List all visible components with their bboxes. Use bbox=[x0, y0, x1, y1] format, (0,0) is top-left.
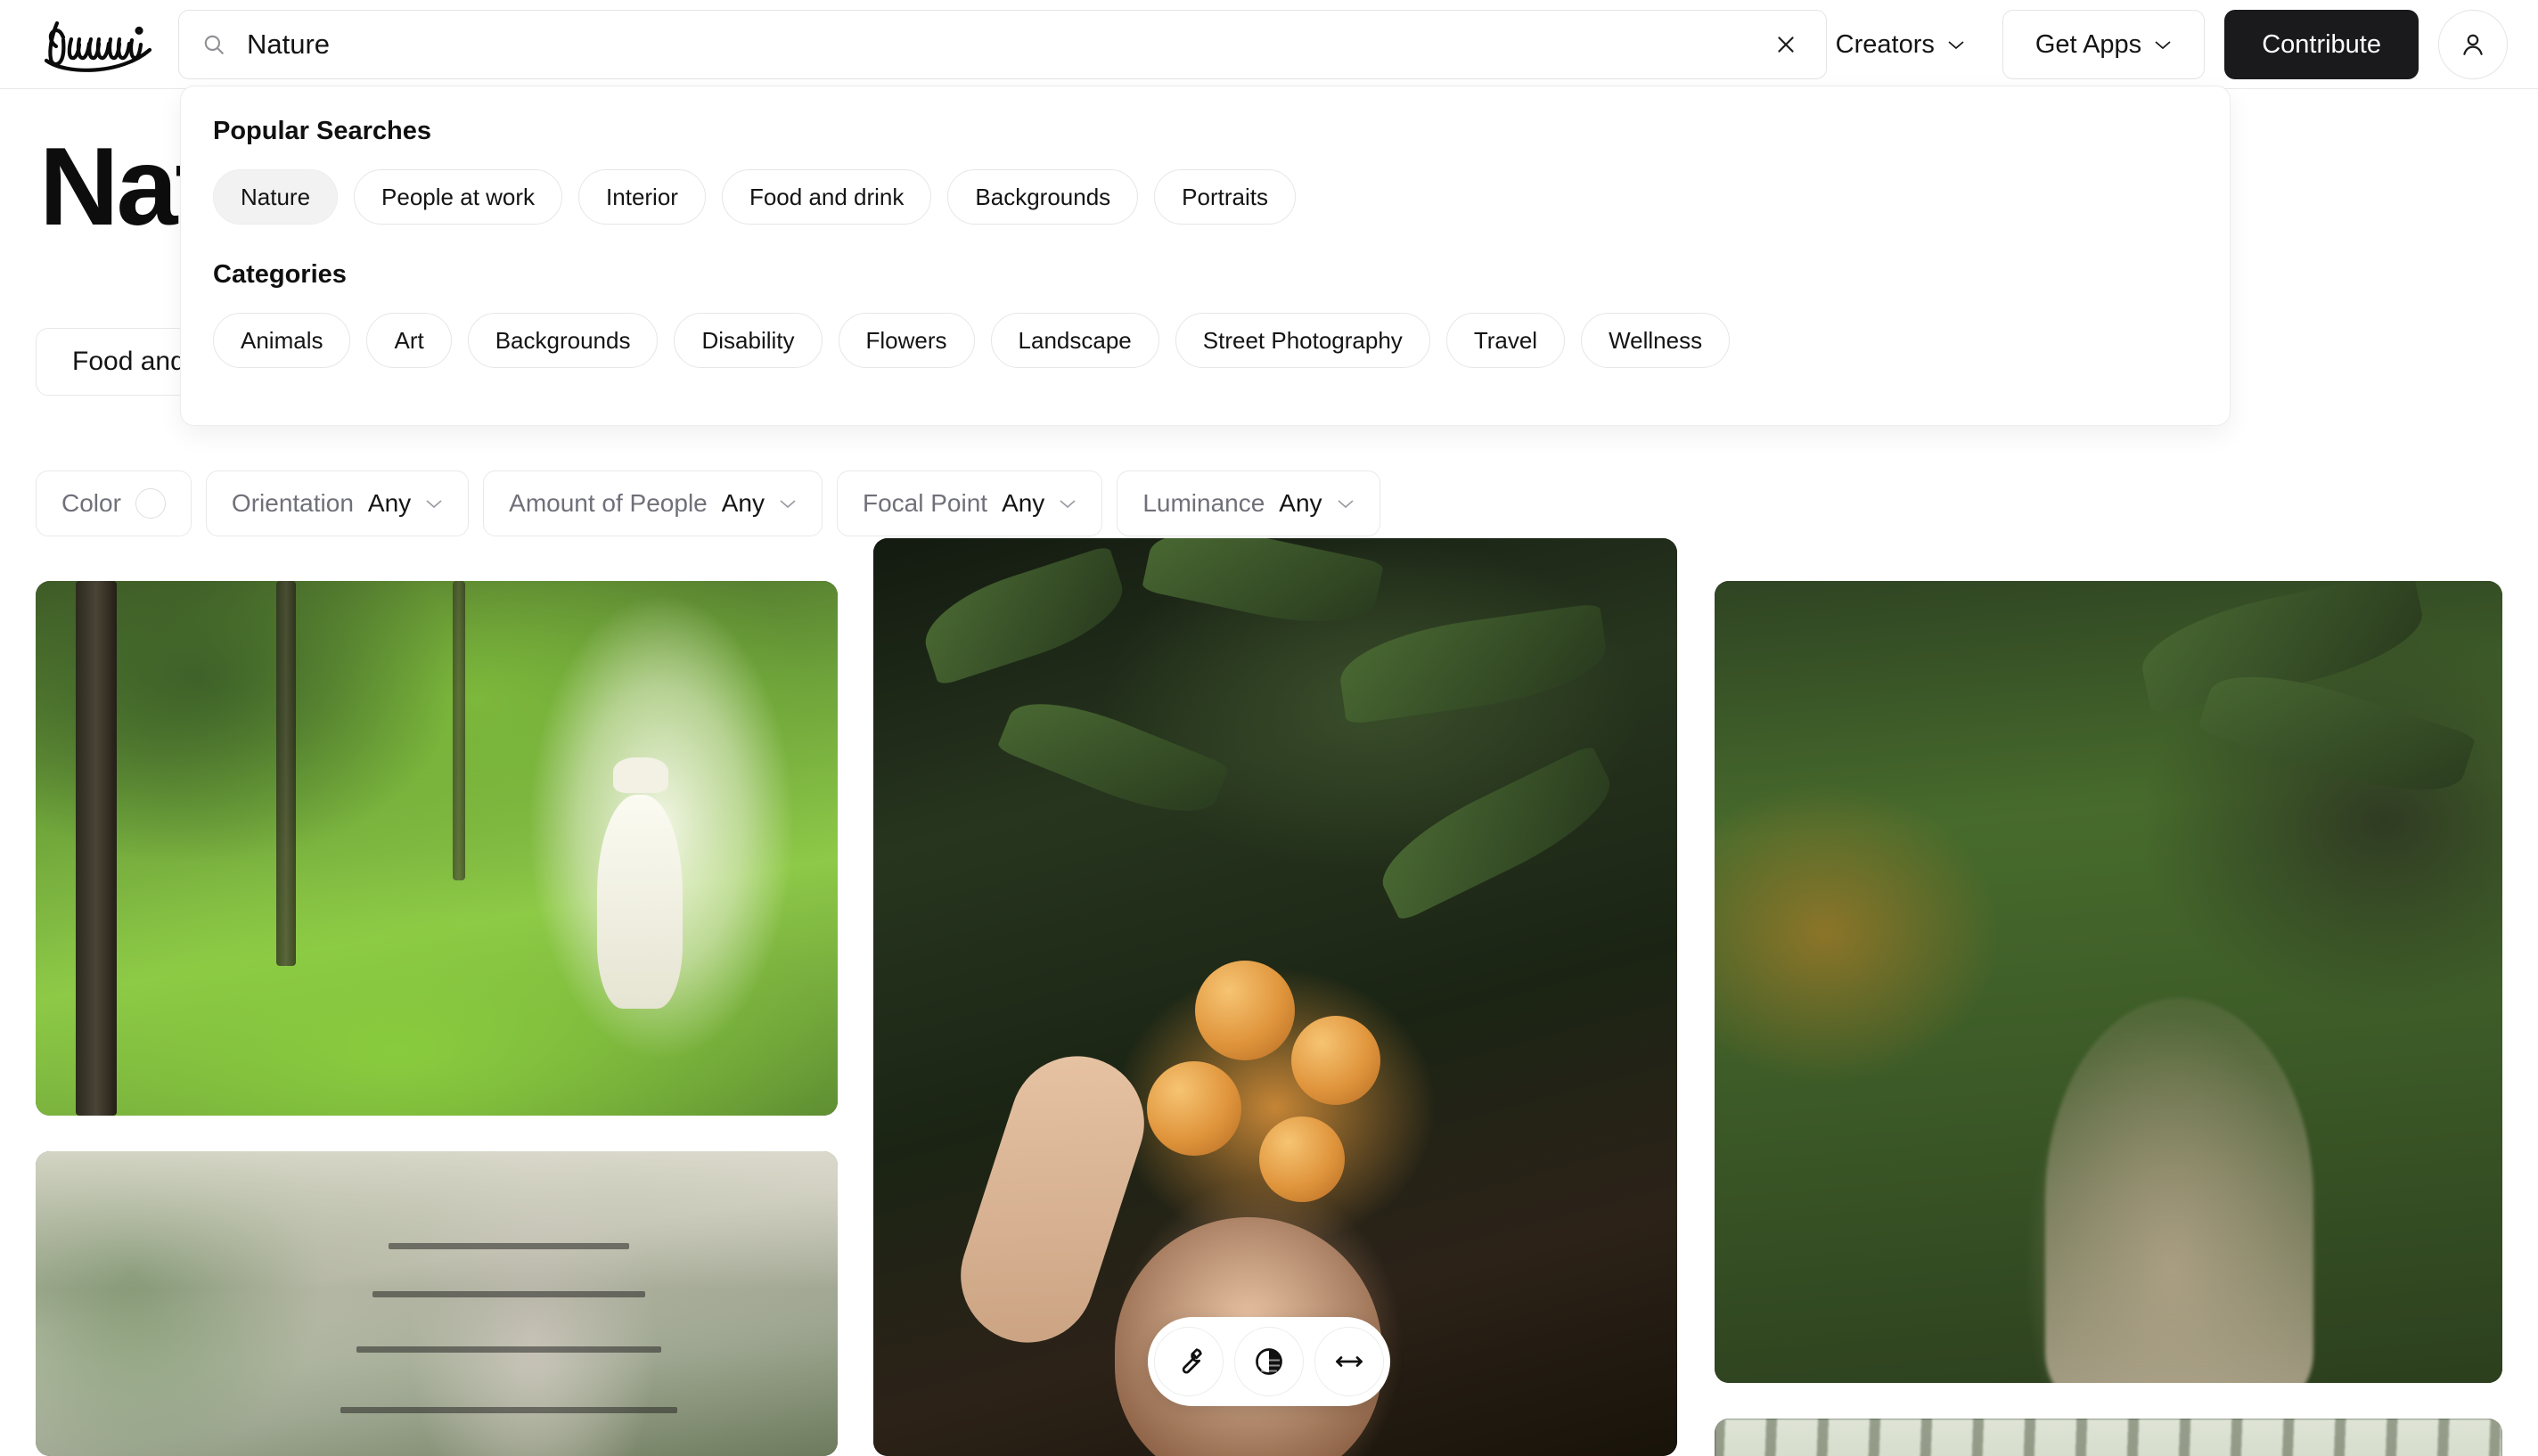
chevron-down-icon bbox=[426, 500, 442, 509]
search-bar[interactable] bbox=[178, 10, 1827, 79]
edit-tool-button[interactable] bbox=[1154, 1327, 1224, 1396]
chevron-down-icon bbox=[1948, 41, 1964, 50]
category-chip-backgrounds[interactable]: Backgrounds bbox=[467, 313, 659, 368]
color-swatch-icon[interactable] bbox=[135, 488, 166, 519]
close-icon bbox=[1778, 37, 1794, 53]
adjust-tool-button[interactable] bbox=[1234, 1327, 1304, 1396]
filter-orientation-label: Orientation bbox=[231, 489, 354, 517]
filter-color-label: Color bbox=[61, 489, 121, 517]
category-chip-wellness[interactable]: Wellness bbox=[1581, 313, 1731, 368]
filter-luminance-value: Any bbox=[1279, 489, 1322, 517]
nav-creators-label: Creators bbox=[1835, 29, 1935, 59]
gallery-item[interactable] bbox=[36, 1151, 838, 1456]
popular-chip-interior[interactable]: Interior bbox=[578, 169, 706, 225]
filter-luminance-label: Luminance bbox=[1142, 489, 1265, 517]
nav-creators[interactable]: Creators bbox=[1811, 10, 1990, 79]
chevron-down-icon bbox=[1060, 500, 1076, 509]
get-apps-button[interactable]: Get Apps bbox=[2002, 10, 2206, 79]
photo-forest-person bbox=[36, 581, 838, 1116]
category-chip-art[interactable]: Art bbox=[366, 313, 452, 368]
gallery-item[interactable] bbox=[1715, 1419, 2502, 1456]
image-action-toolbar bbox=[1148, 1317, 1390, 1406]
popular-chip-people-at-work[interactable]: People at work bbox=[354, 169, 563, 225]
clear-search-button[interactable] bbox=[1760, 19, 1812, 70]
filter-focal-point-label: Focal Point bbox=[862, 489, 988, 517]
search-input[interactable] bbox=[247, 29, 1760, 61]
category-chip-landscape[interactable]: Landscape bbox=[990, 313, 1159, 368]
popular-searches-list: Nature People at work Interior Food and … bbox=[213, 169, 2198, 225]
chevron-down-icon bbox=[1338, 500, 1354, 509]
search-suggestions-dropdown: Popular Searches Nature People at work I… bbox=[180, 86, 2231, 426]
photo-boardwalk-palms bbox=[36, 1151, 838, 1456]
filter-amount-of-people[interactable]: Amount of People Any bbox=[483, 470, 823, 536]
contribute-button[interactable]: Contribute bbox=[2224, 10, 2419, 79]
lummi-logo[interactable] bbox=[39, 11, 155, 75]
filter-amount-of-people-label: Amount of People bbox=[509, 489, 708, 517]
category-chip-travel[interactable]: Travel bbox=[1445, 313, 1566, 368]
popular-searches-heading: Popular Searches bbox=[213, 117, 431, 145]
categories-heading: Categories bbox=[213, 260, 347, 289]
resize-icon bbox=[1336, 1356, 1363, 1367]
popular-chip-portraits[interactable]: Portraits bbox=[1154, 169, 1296, 225]
search-icon bbox=[204, 35, 224, 54]
category-chip-disability[interactable]: Disability bbox=[674, 313, 823, 368]
resize-tool-button[interactable] bbox=[1314, 1327, 1384, 1396]
filter-amount-of-people-value: Any bbox=[721, 489, 765, 517]
get-apps-label: Get Apps bbox=[2034, 29, 2142, 59]
filter-orientation-value: Any bbox=[367, 489, 412, 517]
filter-focal-point[interactable]: Focal Point Any bbox=[836, 470, 1103, 536]
lummi-wordmark-icon bbox=[44, 20, 152, 72]
category-chip-flowers[interactable]: Flowers bbox=[838, 313, 975, 368]
wrench-icon bbox=[1182, 1348, 1202, 1374]
filter-luminance[interactable]: Luminance Any bbox=[1117, 470, 1380, 536]
gallery-item[interactable] bbox=[1715, 581, 2502, 1383]
site-header: Creators Get Apps Contribute bbox=[0, 0, 2538, 89]
category-chip-street-photography[interactable]: Street Photography bbox=[1175, 313, 1430, 368]
chevron-down-icon bbox=[2155, 41, 2171, 50]
popular-chip-food-and-drink[interactable]: Food and drink bbox=[721, 169, 932, 225]
popular-chip-nature[interactable]: Nature bbox=[213, 169, 339, 225]
photo-jungle-path bbox=[1715, 581, 2502, 1383]
user-icon bbox=[2463, 34, 2483, 55]
contrast-icon bbox=[1256, 1348, 1282, 1375]
header-nav: Creators Get Apps Contribute bbox=[1811, 10, 2508, 79]
photo-pale-trunks bbox=[1715, 1419, 2502, 1456]
chevron-down-icon bbox=[780, 500, 796, 509]
filter-color[interactable]: Color bbox=[36, 470, 192, 536]
category-chip-animals[interactable]: Animals bbox=[213, 313, 351, 368]
filter-orientation[interactable]: Orientation Any bbox=[205, 470, 470, 536]
filter-bar: Color Orientation Any Amount of People A… bbox=[36, 470, 1380, 536]
categories-list: Animals Art Backgrounds Disability Flowe… bbox=[213, 313, 2198, 368]
filter-focal-point-value: Any bbox=[1002, 489, 1045, 517]
gallery-item[interactable] bbox=[36, 581, 838, 1116]
popular-chip-backgrounds[interactable]: Backgrounds bbox=[947, 169, 1139, 225]
account-avatar-button[interactable] bbox=[2438, 10, 2508, 79]
